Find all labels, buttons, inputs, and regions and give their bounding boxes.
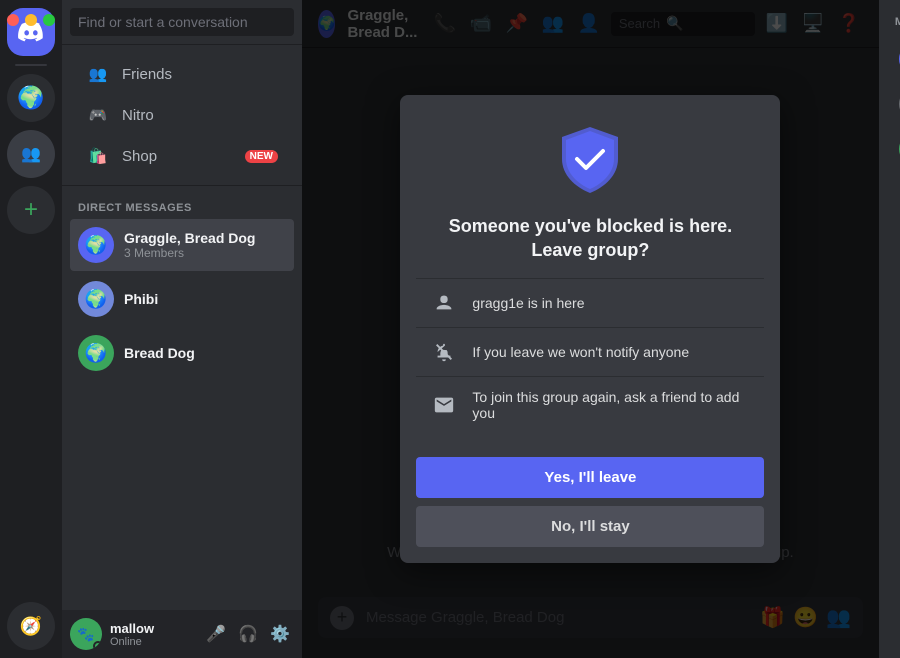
- modal-overlay: Someone you've blocked is here. Leave gr…: [302, 0, 879, 658]
- nav-section: 👥 Friends 🎮 Nitro 🛍️ Shop NEW: [62, 45, 302, 186]
- members-label: MEMBERS — 3: [879, 16, 900, 36]
- maximize-button[interactable]: [43, 14, 55, 26]
- member-item-graggle[interactable]: 🌍 Gragg1e: [887, 82, 900, 126]
- channel-search-area: [62, 0, 302, 45]
- dm-item-bread-dog[interactable]: 🌍 Bread Dog: [70, 327, 294, 379]
- mic-button[interactable]: 🎤: [202, 620, 230, 648]
- dm-avatar-phibi: 🌍: [78, 281, 114, 317]
- settings-button[interactable]: ⚙️: [266, 620, 294, 648]
- modal-info-blocked-user: gragg1e is in here: [416, 278, 764, 327]
- modal-header: Someone you've blocked is here. Leave gr…: [400, 95, 780, 278]
- server-divider: [15, 64, 47, 66]
- dm-section-label: DIRECT MESSAGES: [62, 186, 302, 218]
- sidebar-item-friends[interactable]: 👥 Friends: [70, 54, 294, 94]
- modal-blocked-user-text: gragg1e is in here: [472, 295, 584, 311]
- cancel-leave-button[interactable]: No, I'll stay: [416, 506, 764, 547]
- status-dot: [93, 641, 102, 650]
- earth-icon: 🌍: [17, 85, 44, 111]
- no-notify-icon: [432, 340, 456, 364]
- member-item-mallow[interactable]: 🐾 mallow: [887, 127, 900, 171]
- modal-rejoin-text: To join this group again, ask a friend t…: [472, 389, 748, 421]
- shop-icon: 🛍️: [86, 144, 110, 168]
- modal-actions: Yes, I'll leave No, I'll stay: [400, 449, 780, 563]
- minimize-button[interactable]: [25, 14, 37, 26]
- dm-item-phibi[interactable]: 🌍 Phibi: [70, 273, 294, 325]
- dm-name-bread-dog: Bread Dog: [124, 345, 195, 361]
- sidebar-item-shop[interactable]: 🛍️ Shop NEW: [70, 136, 294, 176]
- confirm-leave-button[interactable]: Yes, I'll leave: [416, 457, 764, 498]
- group-icon: 👥: [21, 144, 41, 164]
- user-blocked-icon: [432, 291, 456, 315]
- server-icon-group[interactable]: 👥: [7, 130, 55, 178]
- user-info: mallow Online: [110, 621, 194, 648]
- chat-area: 🌍 Graggle, Bread D... 📞 📹 📌 👥 👤 Search 🔍…: [302, 0, 879, 658]
- main-area: 👥 Friends 🎮 Nitro 🛍️ Shop NEW DIRECT MES…: [62, 0, 900, 658]
- user-avatar: 🐾: [70, 618, 102, 650]
- sidebar-item-nitro[interactable]: 🎮 Nitro: [70, 95, 294, 135]
- user-area: 🐾 mallow Online 🎤 🎧 ⚙️: [62, 610, 302, 658]
- modal-info-no-notify: If you leave we won't notify anyone: [416, 327, 764, 376]
- friends-label: Friends: [122, 66, 172, 83]
- close-button[interactable]: [7, 14, 19, 26]
- discover-icon[interactable]: 🧭: [7, 602, 55, 650]
- member-item-bread-dog[interactable]: 🌍 Bread Dog 👑: [887, 37, 900, 81]
- server-bottom: 🧭: [7, 602, 55, 650]
- dm-item-graggle-bread-dog[interactable]: 🌍 Graggle, Bread Dog 3 Members: [70, 219, 294, 271]
- user-status-label: Online: [110, 636, 194, 648]
- dm-avatar-bread-dog: 🌍: [78, 335, 114, 371]
- dm-avatar-graggle: 🌍: [78, 227, 114, 263]
- modal-title: Someone you've blocked is here. Leave gr…: [449, 215, 732, 262]
- dm-sub-graggle: 3 Members: [124, 246, 255, 260]
- nitro-label: Nitro: [122, 107, 154, 124]
- new-badge: NEW: [245, 150, 278, 163]
- friends-icon: 👥: [86, 62, 110, 86]
- username-label: mallow: [110, 621, 194, 636]
- dm-info-graggle: Graggle, Bread Dog 3 Members: [124, 230, 255, 260]
- user-controls: 🎤 🎧 ⚙️: [202, 620, 294, 648]
- dm-info-phibi: Phibi: [124, 291, 158, 307]
- search-input[interactable]: [70, 8, 294, 36]
- server-sidebar: 🌍 👥 + 🧭: [0, 0, 62, 658]
- dm-info-bread-dog: Bread Dog: [124, 345, 195, 361]
- headphone-button[interactable]: 🎧: [234, 620, 262, 648]
- nitro-icon: 🎮: [86, 103, 110, 127]
- modal-no-notify-text: If you leave we won't notify anyone: [472, 344, 689, 360]
- shop-label: Shop: [122, 148, 157, 165]
- leave-group-modal: Someone you've blocked is here. Leave gr…: [400, 95, 780, 563]
- channel-sidebar: 👥 Friends 🎮 Nitro 🛍️ Shop NEW DIRECT MES…: [62, 0, 302, 658]
- members-sidebar: MEMBERS — 3 🌍 Bread Dog 👑 🌍 Gragg1e 🐾 ma…: [879, 0, 900, 658]
- modal-body: gragg1e is in here If you leave we won't…: [400, 278, 780, 449]
- modal-info-rejoin: To join this group again, ask a friend t…: [416, 376, 764, 433]
- dm-name-graggle: Graggle, Bread Dog: [124, 230, 255, 246]
- envelope-icon: [432, 393, 456, 417]
- server-icon-earth1[interactable]: 🌍: [7, 74, 55, 122]
- add-server-button[interactable]: +: [7, 186, 55, 234]
- shield-icon: [550, 119, 630, 199]
- dm-name-phibi: Phibi: [124, 291, 158, 307]
